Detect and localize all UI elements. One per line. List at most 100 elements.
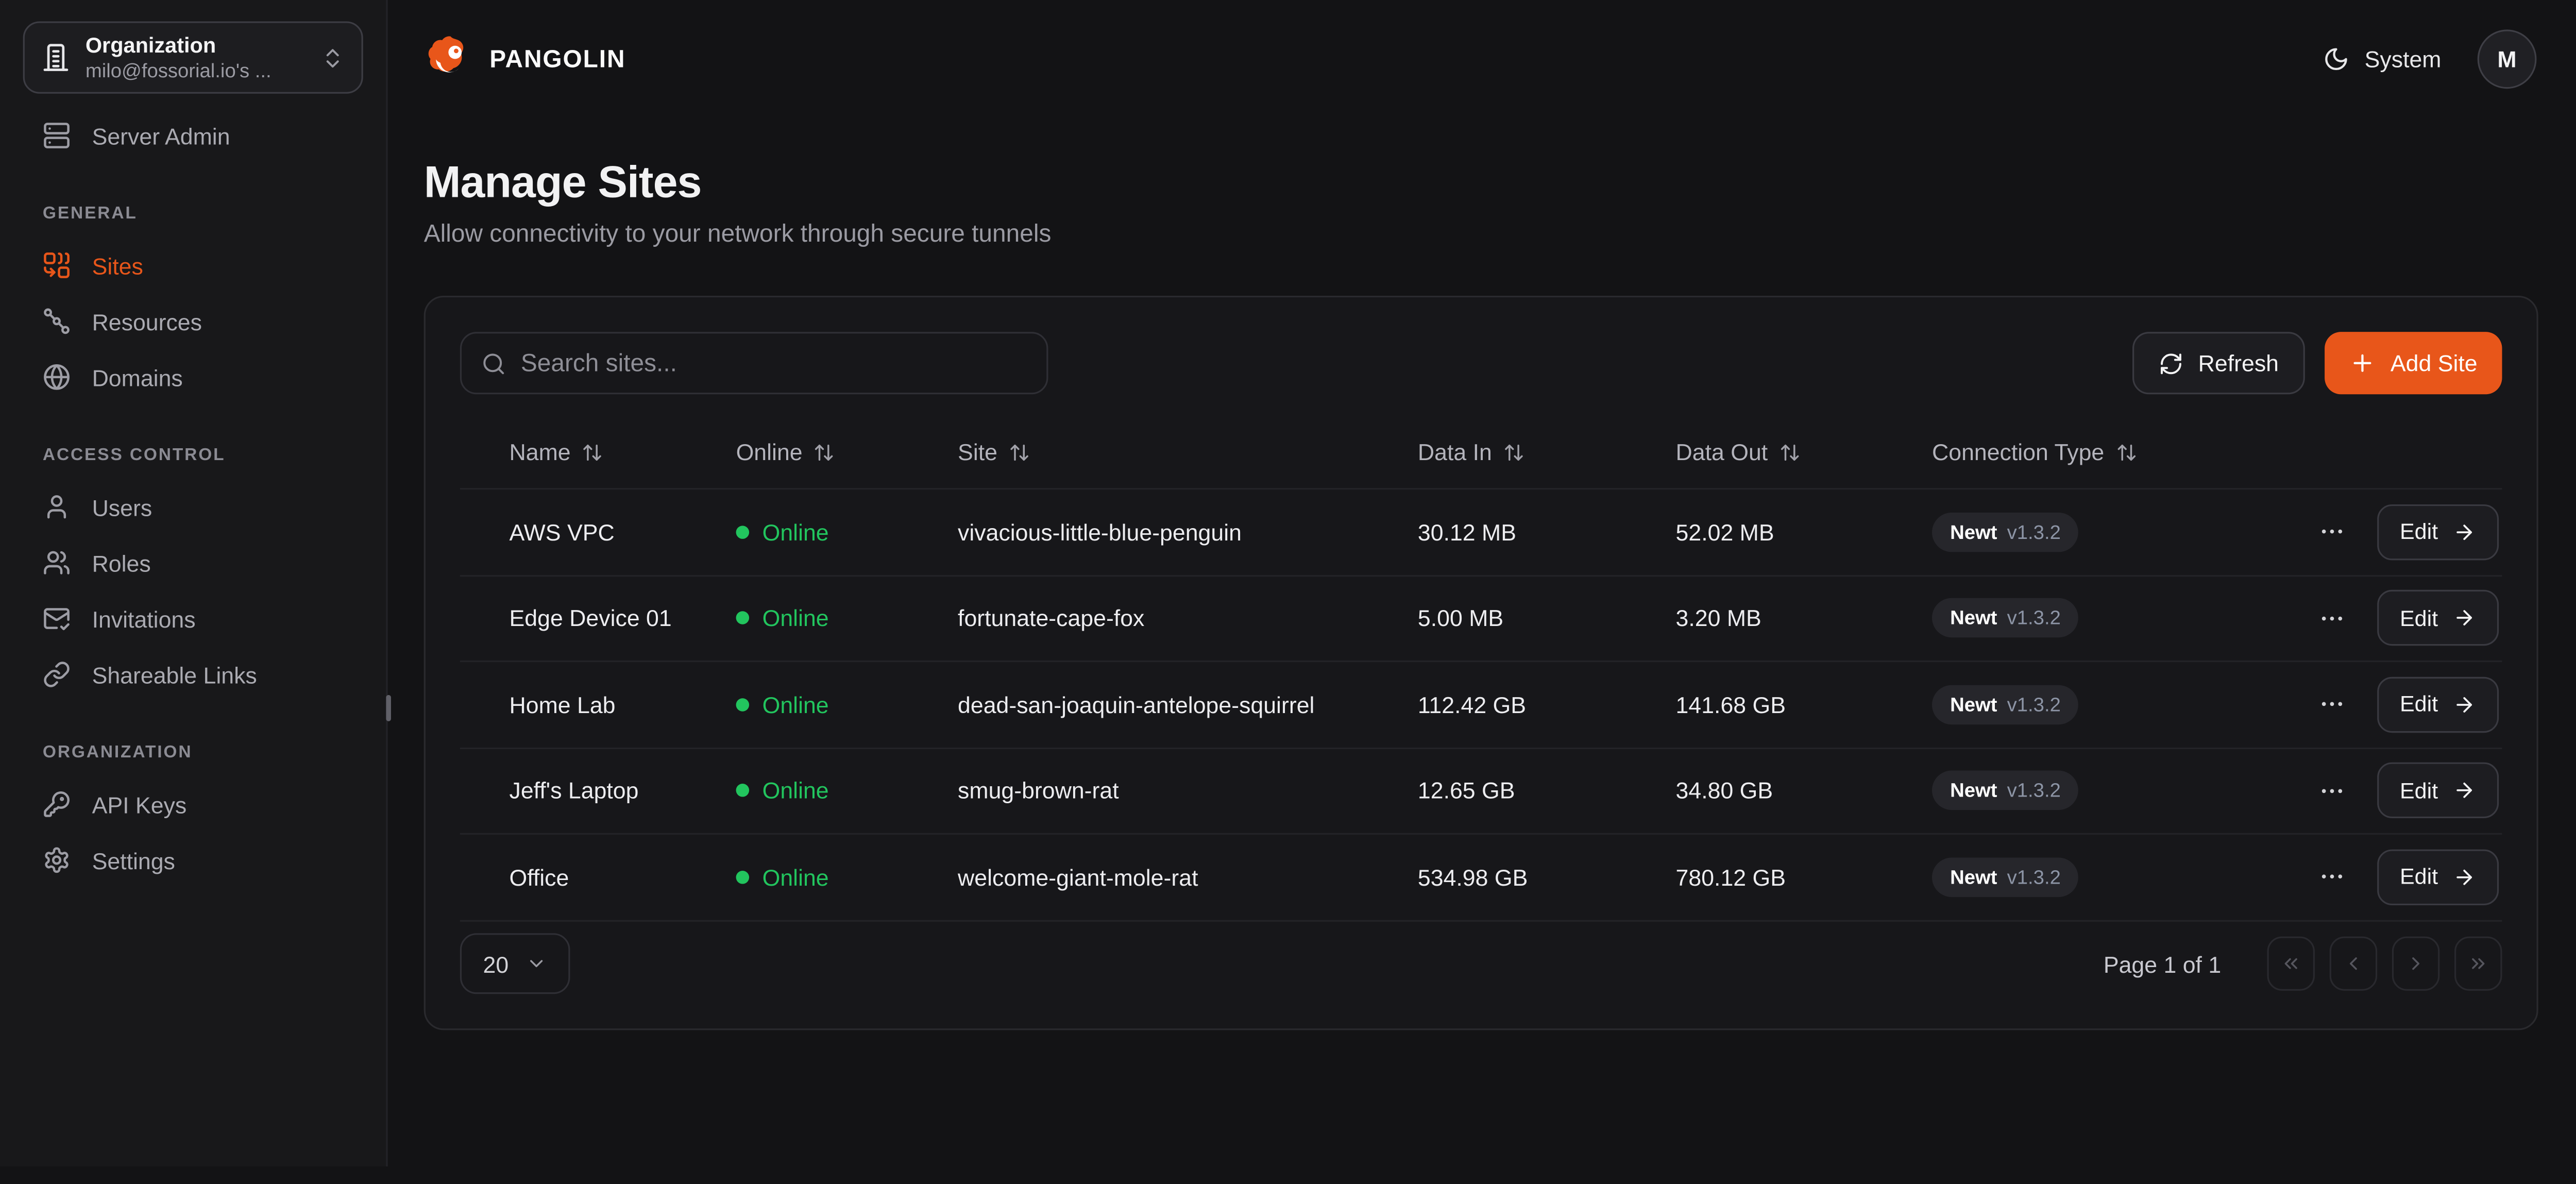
previous-page-button[interactable] — [2330, 937, 2377, 991]
sidebar-item-settings[interactable]: Settings — [20, 833, 366, 887]
edit-label: Edit — [2400, 779, 2438, 803]
sidebar-item-api-keys[interactable]: API Keys — [20, 777, 366, 831]
brand-logo[interactable]: PANGOLIN — [424, 33, 626, 84]
sidebar-item-label: Roles — [92, 550, 151, 576]
edit-label: Edit — [2400, 865, 2438, 889]
connection-type: Newt — [1950, 606, 1997, 630]
row-menu-button[interactable] — [2314, 860, 2349, 894]
theme-label: System — [2365, 46, 2442, 72]
connection-version: v1.3.2 — [2007, 866, 2061, 889]
arrow-right-icon — [2453, 693, 2476, 716]
sites-card: Refresh Add Site Name — [424, 296, 2538, 1030]
top-right: System M — [2324, 29, 2537, 89]
section-heading-general: GENERAL — [43, 204, 344, 223]
sidebar-item-label: Server Admin — [92, 123, 230, 149]
arrow-right-icon — [2453, 606, 2476, 630]
data-in-value: 5.00 MB — [1418, 605, 1676, 631]
table-row: Home Lab Online dead-san-joaquin-antelop… — [460, 662, 2502, 748]
connection-type: Newt — [1950, 693, 1997, 716]
page-size-select[interactable]: 20 — [460, 933, 569, 994]
arrow-right-icon — [2453, 520, 2476, 544]
tunnel-name: fortunate-cape-fox — [958, 605, 1418, 631]
site-name: Home Lab — [460, 691, 736, 718]
sidebar-item-users[interactable]: Users — [20, 480, 366, 534]
next-page-button[interactable] — [2392, 937, 2439, 991]
sidebar-item-label: Shareable Links — [92, 661, 257, 687]
section-heading-access-control: ACCESS CONTROL — [43, 445, 344, 465]
online-dot-icon — [736, 526, 750, 539]
column-header-name[interactable]: Name — [460, 438, 736, 465]
org-switcher[interactable]: Organization milo@fossorial.io's ... — [23, 21, 363, 93]
last-page-button[interactable] — [2454, 937, 2502, 991]
edit-button[interactable]: Edit — [2377, 676, 2499, 732]
sort-icon — [1009, 441, 1030, 462]
column-header-data-out[interactable]: Data Out — [1676, 438, 1932, 465]
theme-toggle[interactable]: System — [2324, 46, 2442, 72]
sort-icon — [1503, 441, 1524, 462]
connection-type-badge: Newt v1.3.2 — [1932, 599, 2079, 638]
site-name: Jeff's Laptop — [460, 777, 736, 804]
tunnel-name: smug-brown-rat — [958, 777, 1418, 804]
status-badge: Online — [736, 691, 958, 718]
status-label: Online — [762, 864, 829, 890]
arrow-right-icon — [2453, 866, 2476, 889]
edit-label: Edit — [2400, 606, 2438, 631]
sidebar-item-domains[interactable]: Domains — [20, 350, 366, 404]
data-in-value: 30.12 MB — [1418, 519, 1676, 545]
data-in-value: 12.65 GB — [1418, 777, 1676, 804]
status-label: Online — [762, 777, 829, 804]
status-badge: Online — [736, 605, 958, 631]
online-dot-icon — [736, 612, 750, 625]
refresh-button[interactable]: Refresh — [2132, 332, 2305, 394]
sidebar-item-invitations[interactable]: Invitations — [20, 591, 366, 646]
column-header-data-in[interactable]: Data In — [1418, 438, 1676, 465]
main-area: PANGOLIN System M Manage Sites Allow con… — [388, 0, 2576, 1166]
ellipsis-icon — [2318, 690, 2346, 718]
edit-button[interactable]: Edit — [2377, 504, 2499, 560]
column-header-online[interactable]: Online — [736, 438, 958, 465]
connection-type: Newt — [1950, 520, 1997, 544]
tunnel-name: welcome-giant-mole-rat — [958, 864, 1418, 890]
edit-button[interactable]: Edit — [2377, 763, 2499, 818]
table-row: Office Online welcome-giant-mole-rat 534… — [460, 835, 2502, 921]
edit-button[interactable]: Edit — [2377, 849, 2499, 905]
tunnel-name: dead-san-joaquin-antelope-squirrel — [958, 691, 1418, 718]
ellipsis-icon — [2318, 776, 2346, 804]
status-badge: Online — [736, 777, 958, 804]
table-row: Edge Device 01 Online fortunate-cape-fox… — [460, 576, 2502, 662]
sidebar-item-shareable-links[interactable]: Shareable Links — [20, 647, 366, 701]
pager: Page 1 of 1 — [2104, 937, 2502, 991]
sidebar-item-label: Settings — [92, 847, 175, 873]
data-out-value: 141.68 GB — [1676, 691, 1932, 718]
sidebar-item-server-admin[interactable]: Server Admin — [20, 108, 366, 162]
sort-icon — [2116, 441, 2137, 462]
sort-icon — [1780, 441, 1801, 462]
avatar[interactable]: M — [2478, 29, 2537, 89]
plus-icon — [2349, 350, 2376, 376]
chevrons-left-icon — [2280, 953, 2301, 974]
add-site-button[interactable]: Add Site — [2325, 332, 2502, 394]
chevrons-right-icon — [2468, 953, 2489, 974]
column-header-site[interactable]: Site — [958, 438, 1418, 465]
connection-version: v1.3.2 — [2007, 520, 2061, 544]
refresh-icon — [2159, 351, 2183, 376]
sidebar-item-roles[interactable]: Roles — [20, 536, 366, 590]
edit-label: Edit — [2400, 519, 2438, 544]
table-toolbar: Refresh Add Site — [460, 332, 2502, 394]
first-page-button[interactable] — [2267, 937, 2315, 991]
sidebar-item-sites[interactable]: Sites — [20, 238, 366, 292]
row-menu-button[interactable] — [2314, 601, 2349, 635]
sort-icon — [814, 441, 835, 462]
row-menu-button[interactable] — [2314, 687, 2349, 722]
column-header-connection-type[interactable]: Connection Type — [1932, 438, 2285, 465]
data-out-value: 52.02 MB — [1676, 519, 1932, 545]
row-menu-button[interactable] — [2314, 773, 2349, 808]
sidebar-item-label: Domains — [92, 364, 183, 390]
edit-button[interactable]: Edit — [2377, 590, 2499, 646]
chevrons-up-down-icon — [320, 45, 345, 70]
sidebar-item-resources[interactable]: Resources — [20, 294, 366, 348]
data-out-value: 780.12 GB — [1676, 864, 1932, 890]
row-menu-button[interactable] — [2314, 515, 2349, 549]
connection-type-badge: Newt v1.3.2 — [1932, 857, 2079, 897]
search-input[interactable] — [521, 349, 1027, 377]
